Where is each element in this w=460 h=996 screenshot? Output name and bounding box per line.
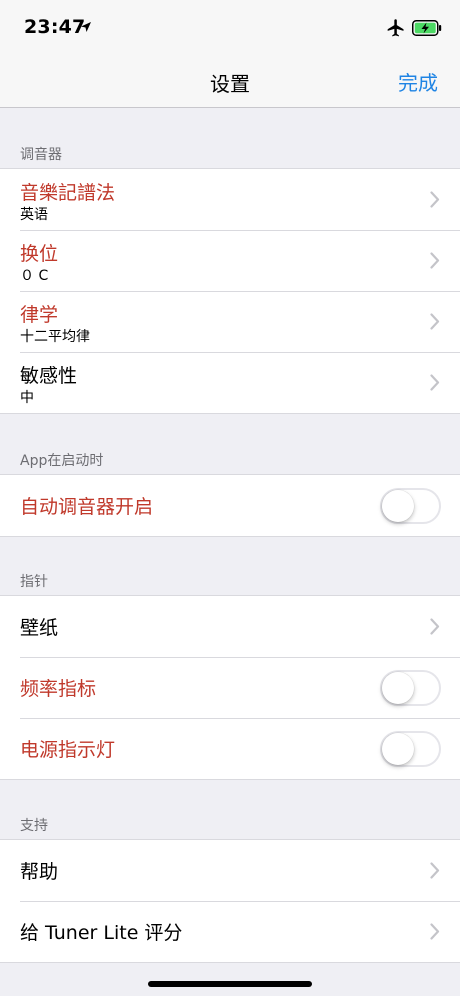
group-startup: 自动调音器开启 (0, 474, 460, 537)
status-bar: 23:47 (0, 0, 460, 56)
temperament-title: 律学 (20, 304, 59, 326)
home-indicator[interactable] (148, 981, 312, 987)
status-time: 23:47 (24, 16, 86, 38)
chevron-right-icon (430, 191, 440, 208)
group-needle: 壁纸 频率指标 电源指示灯 (0, 595, 460, 780)
sensitivity-title: 敏感性 (20, 365, 78, 387)
section-header-support: 支持 (20, 818, 48, 834)
page-title: 设置 (210, 72, 250, 96)
chevron-right-icon (430, 313, 440, 330)
chevron-right-icon (430, 923, 440, 940)
power-light-row: 电源指示灯 (0, 718, 460, 779)
group-support: 帮助 给 Tuner Lite 评分 (0, 839, 460, 963)
auto-tuner-row: 自动调音器开启 (0, 475, 460, 536)
freq-indicator-title: 频率指标 (20, 678, 97, 700)
temperament-value: 十二平均律 (20, 329, 90, 345)
location-arrow-icon (81, 22, 91, 32)
freq-indicator-toggle[interactable] (380, 670, 441, 706)
airplane-icon (387, 19, 404, 37)
rate-app-title: 给 Tuner Lite 评分 (20, 922, 183, 944)
section-header-needle: 指针 (20, 574, 48, 590)
temperament-row[interactable]: 律学 十二平均律 (0, 291, 460, 352)
power-light-toggle[interactable] (380, 731, 441, 767)
freq-indicator-row: 频率指标 (0, 657, 460, 718)
done-button[interactable]: 完成 (398, 67, 438, 96)
toggle-knob (382, 672, 414, 704)
rate-app-row[interactable]: 给 Tuner Lite 评分 (0, 901, 460, 962)
transpose-row[interactable]: 换位 ０ C (0, 230, 460, 291)
auto-tuner-title: 自动调音器开启 (20, 496, 154, 518)
auto-tuner-toggle[interactable] (380, 488, 441, 524)
battery-charging-icon (412, 20, 442, 36)
transpose-value: ０ C (20, 268, 49, 284)
notation-row[interactable]: 音樂記譜法 英语 (0, 169, 460, 230)
chevron-right-icon (430, 618, 440, 635)
chevron-right-icon (430, 374, 440, 391)
group-tuner: 音樂記譜法 英语 换位 ０ C 律学 十二平均律 敏感性 中 (0, 168, 460, 414)
toggle-knob (382, 733, 414, 765)
transpose-title: 换位 (20, 243, 59, 265)
notation-value: 英语 (20, 207, 48, 223)
help-row[interactable]: 帮助 (0, 840, 460, 901)
sensitivity-value: 中 (20, 390, 34, 406)
section-header-tuner: 调音器 (20, 147, 62, 163)
help-title: 帮助 (20, 861, 59, 883)
chevron-right-icon (430, 252, 440, 269)
section-header-startup: App在启动时 (20, 453, 104, 469)
notation-title: 音樂記譜法 (20, 182, 116, 204)
toggle-knob (382, 490, 414, 522)
wallpaper-row[interactable]: 壁纸 (0, 596, 460, 657)
wallpaper-title: 壁纸 (20, 617, 59, 639)
navigation-bar: 设置 完成 (0, 56, 460, 108)
power-light-title: 电源指示灯 (20, 739, 116, 761)
chevron-right-icon (430, 862, 440, 879)
sensitivity-row[interactable]: 敏感性 中 (0, 352, 460, 413)
